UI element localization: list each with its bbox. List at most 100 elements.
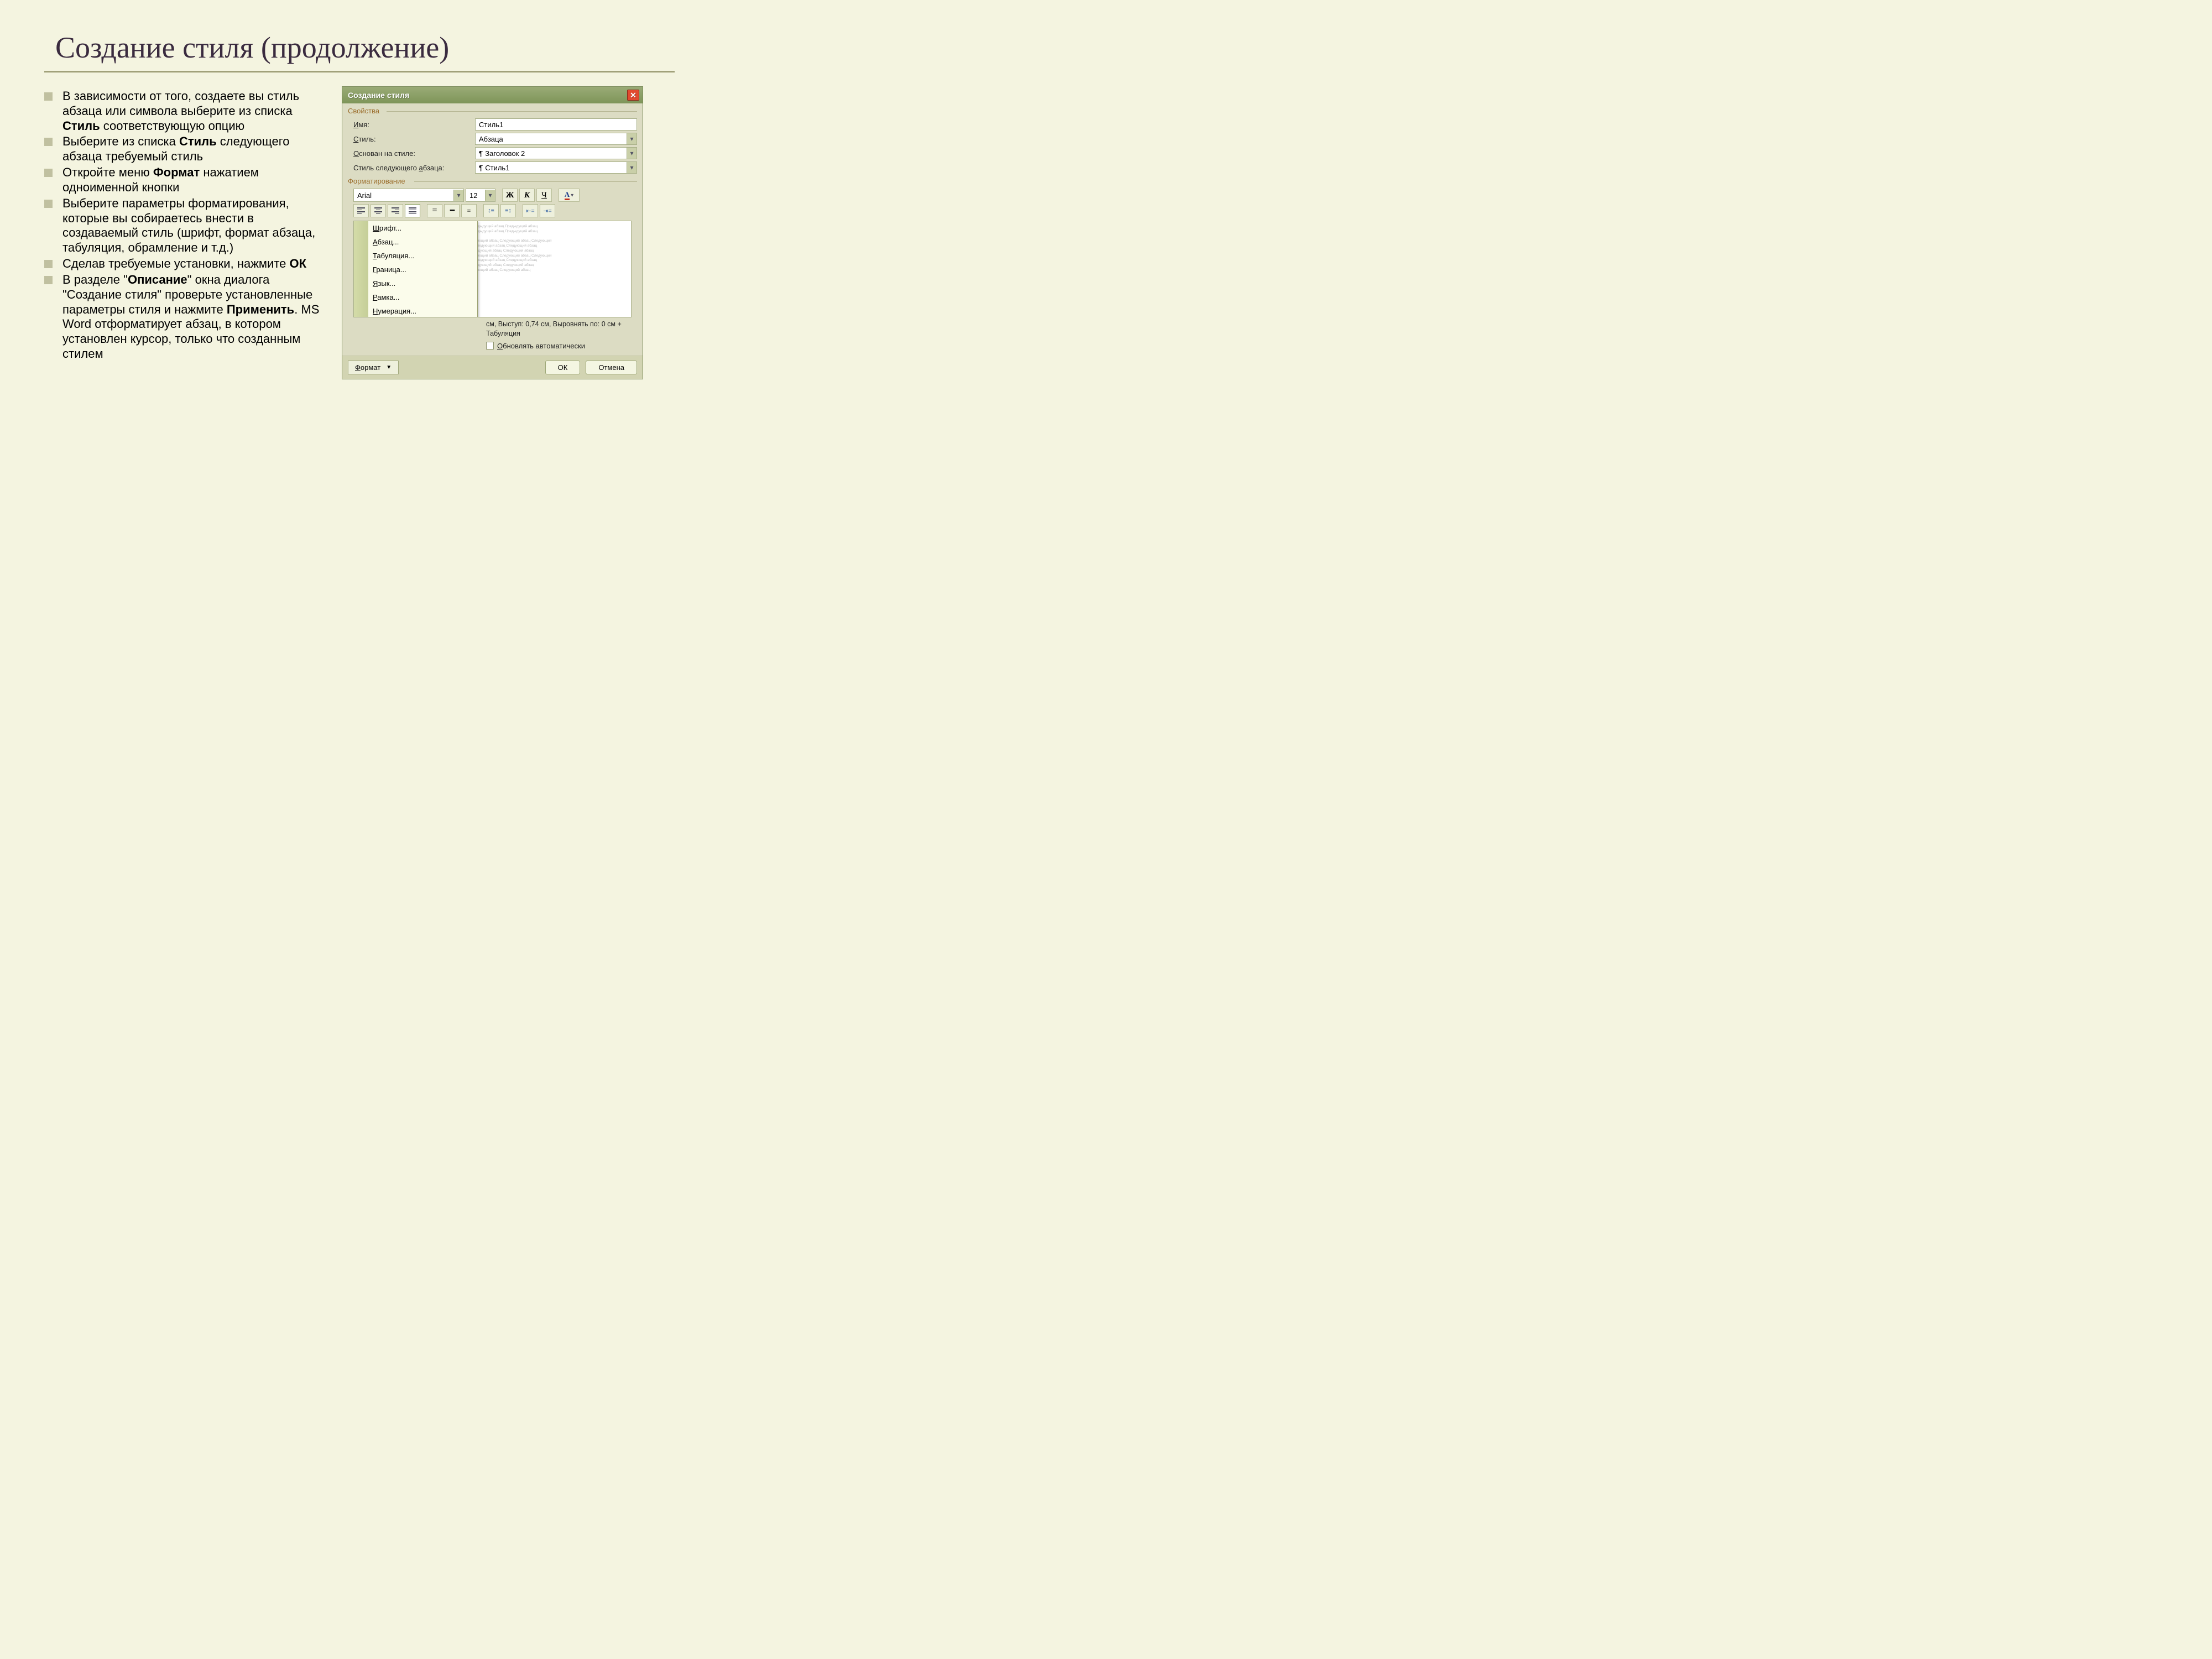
menu-item-border[interactable]: Граница... [354, 263, 477, 276]
align-justify-icon [409, 207, 416, 214]
combo-based-on[interactable]: ¶Заголовок 2 ▾ [475, 147, 637, 159]
linespace-2-button[interactable]: ≡ [461, 204, 477, 217]
style-description: см, Выступ: 0,74 см, Выровнять по: 0 см … [486, 320, 630, 338]
font-color-icon: А [565, 191, 570, 200]
bullet-marker [44, 169, 53, 177]
input-name[interactable]: Стиль1 [475, 118, 637, 131]
format-toolbar-1: Arial ▾ 12 ▾ Ж К Ч А ▾ [353, 189, 637, 202]
group-label-formatting: Форматирование [348, 177, 637, 185]
group-formatting: Форматирование Arial ▾ 12 ▾ Ж К Ч [348, 177, 637, 350]
font-size: 12 [469, 191, 477, 200]
checkbox-label: Обновлять автоматически [497, 342, 585, 350]
format-context-menu: Шрифт... Абзац... Табуляция... Граница..… [353, 221, 478, 317]
dialog-button-bar: Формат ▼ ОК Отмена [342, 356, 643, 379]
indent-increase-button[interactable]: ⇥≡ [540, 204, 555, 217]
content-row: В зависимости от того, создаете вы стиль… [44, 86, 675, 379]
bullet-text: Сделав требуемые установки, нажмите ОК [62, 257, 306, 272]
format-button[interactable]: Формат ▼ [348, 361, 399, 374]
bullet-marker [44, 138, 53, 146]
dialog-titlebar: Создание стиля ✕ [342, 87, 643, 103]
menu-item-frame[interactable]: Рамка... [354, 290, 477, 304]
preview-area: абзац Предыдущий абзац Предыдущий абзац … [353, 221, 632, 317]
checkbox-auto-update[interactable] [486, 342, 494, 349]
align-right-icon [392, 207, 399, 214]
menu-item-numbering[interactable]: Нумерация... [354, 304, 477, 317]
chevron-down-icon: ▾ [627, 162, 637, 173]
linespace-15-icon: ━ [450, 206, 453, 216]
bullet-item: Выберите параметры форматирования, котор… [44, 196, 332, 255]
bullet-text: Откройте меню Формат нажатием одноименно… [62, 165, 332, 195]
space-after-button[interactable]: ≡↕ [500, 204, 516, 217]
linespace-1-icon: = [432, 206, 437, 216]
bullet-marker [44, 92, 53, 101]
cancel-button[interactable]: Отмена [586, 361, 637, 374]
combo-style[interactable]: Абзаца ▾ [475, 133, 637, 145]
align-right-button[interactable] [388, 204, 403, 217]
label-based: Основан на стиле: [353, 149, 475, 158]
align-justify-button[interactable] [405, 204, 420, 217]
auto-update-row[interactable]: Обновлять автоматически [486, 342, 630, 350]
align-left-button[interactable] [353, 204, 369, 217]
menu-item-language[interactable]: Язык... [354, 276, 477, 290]
bullet-item: В разделе "Описание" окна диалога "Созда… [44, 273, 332, 362]
bullet-marker [44, 276, 53, 284]
bullet-item: В зависимости от того, создаете вы стиль… [44, 89, 332, 133]
row-style: Стиль: Абзаца ▾ [353, 133, 637, 145]
slide-title: Создание стиля (продолжение) [55, 30, 675, 65]
menu-item-font[interactable]: Шрифт... [354, 221, 477, 235]
bullet-text: В зависимости от того, создаете вы стиль… [62, 89, 332, 133]
slide: Создание стиля (продолжение) В зависимос… [0, 0, 708, 531]
bullet-text: В разделе "Описание" окна диалога "Созда… [62, 273, 332, 362]
preview-ghost-text: абзац Предыдущий абзац Предыдущий абзац … [461, 225, 627, 273]
bullet-item: Выберите из списка Стиль следующего абза… [44, 134, 332, 164]
combo-next-style[interactable]: ¶Стиль1 ▾ [475, 161, 637, 174]
chevron-down-icon: ▼ [386, 364, 392, 371]
menu-item-paragraph[interactable]: Абзац... [354, 235, 477, 249]
chevron-down-icon: ▾ [627, 133, 637, 144]
close-button[interactable]: ✕ [627, 90, 639, 101]
close-icon: ✕ [630, 91, 637, 100]
dialog-title: Создание стиля [348, 91, 409, 100]
ok-button[interactable]: ОК [545, 361, 581, 374]
chevron-down-icon: ▾ [485, 190, 495, 201]
linespace-1-button[interactable]: = [427, 204, 442, 217]
indent-increase-icon: ⇥≡ [543, 207, 551, 215]
title-rule [44, 71, 675, 72]
combo-size[interactable]: 12 ▾ [466, 189, 495, 202]
value-next: ¶Стиль1 [479, 164, 509, 172]
label-next: Стиль следующего абзаца: [353, 164, 475, 172]
indent-decrease-icon: ⇤≡ [526, 207, 534, 215]
font-color-button[interactable]: А ▾ [559, 189, 580, 202]
value-style: Абзаца [479, 135, 503, 143]
align-left-icon [357, 207, 365, 214]
bullet-marker [44, 260, 53, 268]
value-based: ¶Заголовок 2 [479, 149, 525, 158]
bullet-item: Сделав требуемые установки, нажмите ОК [44, 257, 332, 272]
row-next-style: Стиль следующего абзаца: ¶Стиль1 ▾ [353, 161, 637, 174]
space-before-button[interactable]: ↕≡ [483, 204, 499, 217]
create-style-dialog: Создание стиля ✕ Свойства Имя: Стиль1 Ст… [342, 86, 643, 379]
italic-button[interactable]: К [519, 189, 535, 202]
menu-item-tabs[interactable]: Табуляция... [354, 249, 477, 263]
row-based-on: Основан на стиле: ¶Заголовок 2 ▾ [353, 147, 637, 159]
bold-button[interactable]: Ж [502, 189, 518, 202]
combo-font[interactable]: Arial ▾ [353, 189, 464, 202]
format-toolbar-2: = ━ ≡ ↕≡ ≡↕ ⇤≡ ⇥≡ [353, 204, 637, 217]
chevron-down-icon: ▾ [627, 148, 637, 159]
value-name: Стиль1 [479, 121, 503, 129]
bullet-text: Выберите параметры форматирования, котор… [62, 196, 332, 255]
align-center-icon [374, 207, 382, 214]
underline-button[interactable]: Ч [536, 189, 552, 202]
bullet-item: Откройте меню Формат нажатием одноименно… [44, 165, 332, 195]
bullet-list: В зависимости от того, создаете вы стиль… [44, 89, 332, 362]
align-center-button[interactable] [371, 204, 386, 217]
bullet-marker [44, 200, 53, 208]
row-name: Имя: Стиль1 [353, 118, 637, 131]
chevron-down-icon: ▾ [571, 192, 573, 199]
bullet-column: В зависимости от того, создаете вы стиль… [44, 86, 332, 379]
linespace-15-button[interactable]: ━ [444, 204, 460, 217]
group-properties: Свойства Имя: Стиль1 Стиль: Абзаца ▾ Осн… [348, 107, 637, 174]
chevron-down-icon: ▾ [453, 190, 463, 201]
indent-decrease-button[interactable]: ⇤≡ [523, 204, 538, 217]
label-name: Имя: [353, 121, 475, 129]
